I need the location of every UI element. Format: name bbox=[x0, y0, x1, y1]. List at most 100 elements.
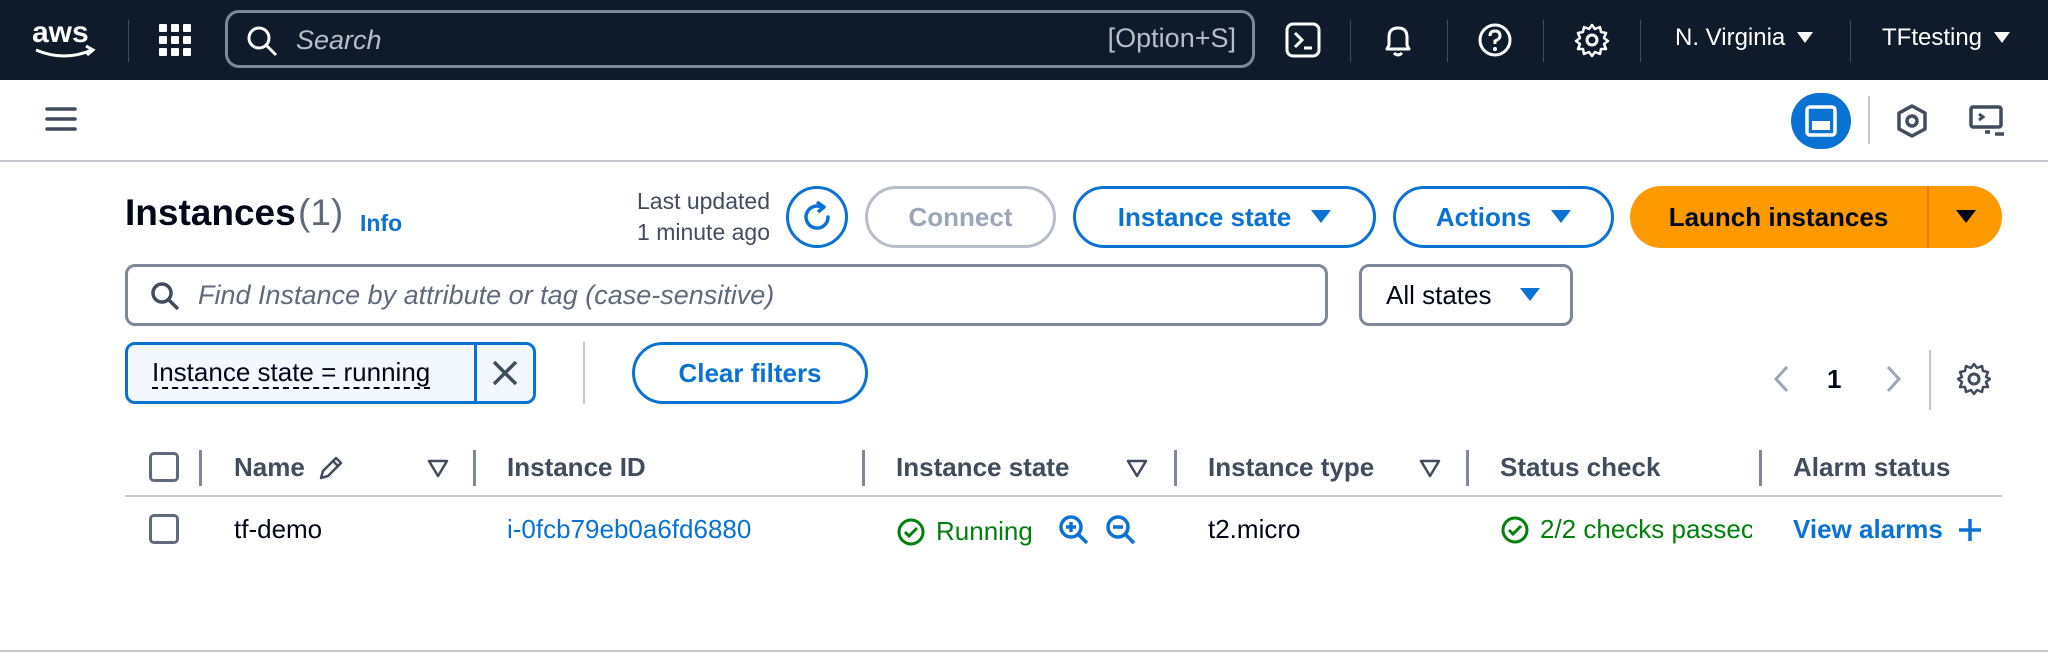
caret-down-icon bbox=[1519, 288, 1540, 301]
refresh-button[interactable] bbox=[786, 186, 848, 248]
column-divider bbox=[862, 450, 865, 486]
help-icon[interactable] bbox=[1476, 21, 1514, 59]
caret-down-icon bbox=[1955, 210, 1976, 223]
cell-instance-type: t2.micro bbox=[1208, 514, 1301, 544]
column-divider bbox=[1759, 450, 1762, 486]
nav-divider bbox=[1640, 20, 1641, 62]
search-icon bbox=[151, 282, 180, 311]
column-header-instance-id[interactable]: Instance ID bbox=[507, 452, 646, 483]
last-updated-label: Last updated bbox=[636, 188, 770, 214]
cell-instance-state: Running bbox=[896, 516, 1033, 547]
remove-token-button[interactable] bbox=[474, 345, 533, 401]
column-divider bbox=[199, 450, 202, 486]
pencil-icon bbox=[319, 456, 343, 479]
caret-down-icon bbox=[1797, 32, 1814, 43]
states-select[interactable]: All states bbox=[1359, 264, 1573, 326]
column-header-instance-state[interactable]: Instance state bbox=[896, 452, 1069, 483]
view-alarms-link[interactable]: View alarms bbox=[1793, 514, 1983, 545]
caret-down-icon bbox=[1311, 210, 1332, 223]
sort-icon[interactable] bbox=[427, 458, 449, 480]
nav-divider bbox=[1447, 20, 1448, 62]
select-all-checkbox[interactable] bbox=[149, 452, 179, 482]
instance-state-button[interactable]: Instance state bbox=[1073, 186, 1376, 248]
column-divider bbox=[1174, 450, 1177, 486]
launch-instances-split-button: Launch instances bbox=[1630, 186, 2002, 248]
table-row[interactable]: tf-demo i-0fcb79eb0a6fd6880 Running t2.m… bbox=[125, 500, 2002, 560]
search-shortcut-hint: [Option+S] bbox=[1107, 23, 1236, 53]
previous-page-icon[interactable] bbox=[1768, 364, 1796, 394]
caret-down-icon bbox=[1994, 32, 2011, 43]
refresh-icon bbox=[804, 200, 830, 230]
last-updated: Last updated 1 minute ago bbox=[590, 186, 770, 248]
bell-icon[interactable] bbox=[1379, 21, 1417, 59]
account-label: TFtesting bbox=[1882, 24, 1983, 51]
row-checkbox[interactable] bbox=[149, 514, 179, 544]
caret-down-icon bbox=[1551, 210, 1572, 223]
filter-token-label[interactable]: Instance state = running bbox=[128, 345, 474, 401]
zoom-out-icon[interactable] bbox=[1105, 514, 1137, 546]
search-icon bbox=[247, 26, 278, 57]
check-circle-icon bbox=[1501, 516, 1529, 543]
close-icon bbox=[492, 360, 518, 386]
actions-button[interactable]: Actions bbox=[1393, 186, 1614, 248]
table-bottom-border bbox=[0, 650, 2048, 652]
account-menu[interactable]: TFtesting bbox=[1882, 24, 2011, 52]
column-divider bbox=[473, 450, 476, 486]
cell-status-check: 2/2 checks passec bbox=[1500, 514, 1752, 545]
nav-divider bbox=[1850, 20, 1851, 62]
nav-divider bbox=[1543, 20, 1544, 62]
actions-label: Actions bbox=[1435, 201, 1532, 232]
console-toolbar bbox=[0, 80, 2048, 162]
current-page[interactable]: 1 bbox=[1827, 364, 1841, 395]
zoom-in-icon[interactable] bbox=[1058, 514, 1090, 546]
launch-dropdown-button[interactable] bbox=[1929, 186, 2002, 248]
info-link[interactable]: Info bbox=[360, 210, 402, 237]
property-filter[interactable] bbox=[125, 264, 1328, 326]
filter-input[interactable] bbox=[198, 277, 1298, 313]
plus-icon bbox=[1958, 518, 1981, 541]
column-header-alarm-status[interactable]: Alarm status bbox=[1793, 452, 1951, 483]
nav-divider bbox=[1350, 20, 1351, 62]
clear-filters-label: Clear filters bbox=[678, 357, 822, 388]
connect-button[interactable]: Connect bbox=[865, 186, 1056, 248]
region-selector[interactable]: N. Virginia bbox=[1675, 24, 1814, 52]
split-panel-icon bbox=[1805, 105, 1837, 137]
nav-divider bbox=[128, 20, 129, 62]
hexagon-icon[interactable] bbox=[1893, 102, 1931, 140]
connect-label: Connect bbox=[908, 201, 1013, 232]
column-header-name[interactable]: Name bbox=[234, 452, 345, 483]
global-search[interactable]: [Option+S] bbox=[225, 10, 1255, 68]
instance-state-label: Instance state bbox=[1117, 201, 1292, 232]
column-header-status-check[interactable]: Status check bbox=[1500, 452, 1660, 483]
top-navigation: aws [Option+S] bbox=[0, 0, 2048, 80]
gear-icon[interactable] bbox=[1573, 21, 1611, 59]
filter-divider bbox=[583, 342, 585, 404]
toolbar-divider bbox=[1868, 96, 1870, 144]
instance-id-link[interactable]: i-0fcb79eb0a6fd6880 bbox=[507, 514, 751, 545]
filter-token[interactable]: Instance state = running bbox=[125, 342, 536, 404]
search-input[interactable] bbox=[296, 21, 996, 59]
table-header: Name Instance ID Instance state Instance… bbox=[125, 440, 2002, 497]
column-header-instance-type[interactable]: Instance type bbox=[1208, 452, 1374, 483]
page-title: Instances bbox=[125, 192, 296, 233]
column-divider bbox=[1466, 450, 1469, 486]
split-panel-toggle[interactable] bbox=[1791, 93, 1851, 149]
svg-text:aws: aws bbox=[32, 16, 89, 49]
preferences-gear-icon[interactable] bbox=[1957, 362, 1991, 396]
sort-icon[interactable] bbox=[1126, 458, 1148, 480]
launch-instances-button[interactable]: Launch instances bbox=[1630, 186, 1927, 248]
check-circle-icon bbox=[897, 518, 925, 545]
cloudshell-icon[interactable] bbox=[1284, 21, 1322, 59]
region-label: N. Virginia bbox=[1675, 24, 1786, 51]
aws-logo[interactable]: aws bbox=[30, 12, 100, 66]
clear-filters-button[interactable]: Clear filters bbox=[632, 342, 868, 404]
hamburger-icon[interactable] bbox=[44, 102, 78, 136]
sort-icon[interactable] bbox=[1419, 458, 1441, 480]
grid-icon[interactable] bbox=[158, 23, 192, 57]
pagination-divider bbox=[1929, 350, 1931, 410]
monitor-icon[interactable] bbox=[1968, 102, 2006, 140]
instance-count: (1) bbox=[298, 192, 344, 233]
cell-name: tf-demo bbox=[234, 514, 323, 544]
last-updated-time: 1 minute ago bbox=[637, 219, 770, 245]
next-page-icon[interactable] bbox=[1879, 364, 1907, 394]
